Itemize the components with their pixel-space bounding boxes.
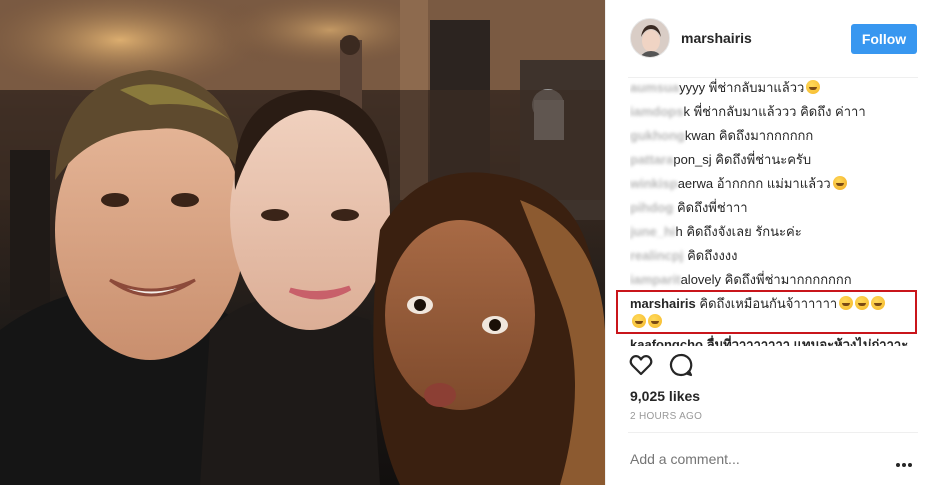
- comment-text: k พี่ช่ากลับมาแล้ววว คิดถึง ค่าาา: [683, 104, 866, 119]
- post-header: marshairis Follow: [606, 0, 941, 78]
- action-bar: [628, 352, 704, 382]
- comment-text: คิดถึงพี่ช่าาา: [676, 200, 748, 215]
- comment-item: june_hih คิดถึงจังเลย รักนะค่ะ: [630, 220, 802, 244]
- post-sidebar: marshairis Follow aumsuayyyy พี่ช่ากลับม…: [605, 0, 941, 485]
- comment-text: kwan คิดถึงมากกกกกก: [684, 128, 814, 143]
- comment-username[interactable]: winkisp: [630, 176, 678, 191]
- comment-username[interactable]: pattara: [630, 152, 673, 167]
- more-options-icon[interactable]: [896, 454, 916, 467]
- comment-username[interactable]: iamparit: [630, 272, 681, 287]
- comment-item: pattarapon_sj คิดถึงพี่ช่านะครับ: [630, 148, 811, 172]
- speech-bubble-icon[interactable]: [668, 352, 694, 378]
- comment-username[interactable]: gukhong: [630, 128, 685, 143]
- heart-eyes-emoji-icon: [806, 80, 821, 94]
- comment-username[interactable]: iamdops: [630, 104, 683, 119]
- avatar-image: [631, 19, 669, 57]
- selfie-image: [0, 0, 605, 485]
- comment-item: gukhongkwan คิดถึงมากกกกกก: [630, 124, 813, 148]
- instagram-post: marshairis Follow aumsuayyyy พี่ช่ากลับม…: [0, 0, 941, 485]
- add-comment-input[interactable]: [630, 448, 880, 470]
- comment-username[interactable]: aumsua: [630, 80, 679, 95]
- post-username[interactable]: marshairis: [681, 30, 752, 46]
- comment-text: yyyy พี่ช่ากลับมาแล้วว: [679, 80, 805, 95]
- comment-text: alovely คิดถึงพี่ช่ามากกกกกกก: [680, 272, 852, 287]
- footer-divider: [628, 432, 918, 433]
- crying-emoji-icon: [832, 176, 847, 190]
- comment-username[interactable]: pihdog: [630, 200, 673, 215]
- comment-username[interactable]: june_hi: [630, 224, 676, 239]
- comment-text: pon_sj คิดถึงพี่ช่านะครับ: [673, 152, 812, 167]
- heart-icon[interactable]: [628, 352, 654, 378]
- comment-text: คิดถึงงงง: [687, 248, 738, 263]
- highlight-box: [616, 290, 917, 334]
- comment-text: h คิดถึงจังเลย รักนะค่ะ: [675, 224, 802, 239]
- comment-item: iamparitalovely คิดถึงพี่ช่ามากกกกกกก: [630, 268, 852, 292]
- comment-item: pihdog คิดถึงพี่ช่าาา: [630, 196, 748, 220]
- comment-item: iamdopsk พี่ช่ากลับมาแล้ววว คิดถึง ค่าาา: [630, 100, 866, 124]
- avatar[interactable]: [630, 18, 670, 58]
- comment-item: realincpj คิดถึงงงง: [630, 244, 738, 268]
- likes-count[interactable]: 9,025 likes: [630, 388, 700, 404]
- comment-item: winkispaerwa อ้ากกกก แม่มาแล้วว: [630, 172, 847, 196]
- partial-comment: kaafongcho ลื่มที่วาาาาาาา แทนจะห้วงไม่ก…: [630, 337, 909, 346]
- comment-username[interactable]: realincpj: [630, 248, 683, 263]
- post-photo[interactable]: [0, 0, 605, 485]
- post-timestamp[interactable]: 2 HOURS AGO: [630, 411, 702, 422]
- comment-text: aerwa อ้ากกกก แม่มาแล้วว: [677, 176, 831, 191]
- comment-item: aumsuayyyy พี่ช่ากลับมาแล้วว: [630, 78, 821, 100]
- follow-button[interactable]: Follow: [851, 24, 917, 54]
